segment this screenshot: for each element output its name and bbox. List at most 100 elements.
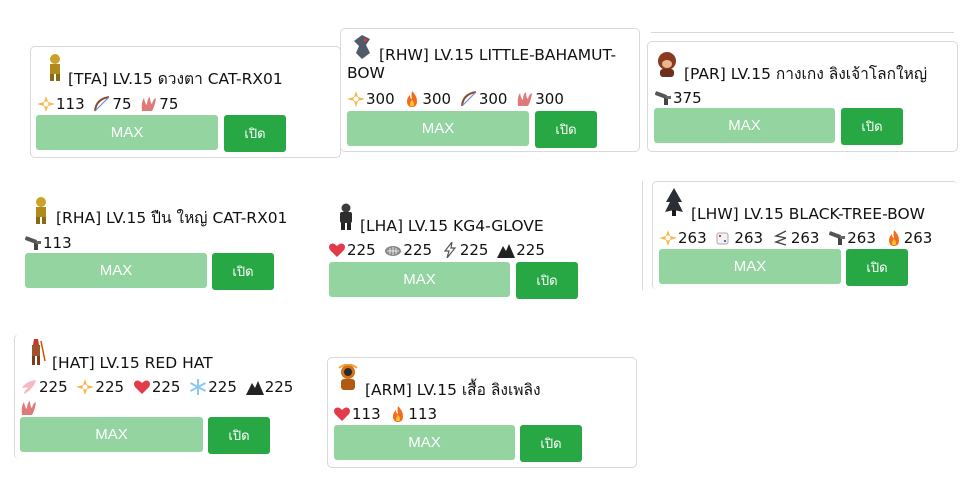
wing-icon <box>20 379 38 395</box>
gun-icon <box>654 90 672 106</box>
stat-snowflake: 225 <box>189 377 237 397</box>
stat-fire: 113 <box>389 405 437 423</box>
open-button[interactable]: เปิด <box>841 108 903 145</box>
stat-dice: 263 <box>715 229 763 247</box>
stat-claw: 300 <box>516 90 564 108</box>
stat-wing: 225 <box>20 377 68 397</box>
item-card-lhw: [LHW] LV.15 BLACK-TREE-BOW 263 263 263 2… <box>652 181 958 290</box>
stat-lightning: 225 <box>441 241 488 259</box>
item-card-tfa: [TFA] LV.15 ดวงตา CAT-RX01 113 75 75 MAX… <box>30 46 341 158</box>
item-stats: 113 113 <box>333 405 441 426</box>
mountain-icon <box>497 242 515 258</box>
open-button[interactable]: เปิด <box>535 111 597 148</box>
item-title: [TFA] LV.15 ดวงตา CAT-RX01 <box>68 70 283 88</box>
stat-fire: 263 <box>885 229 932 247</box>
claw-icon <box>516 91 534 107</box>
stat-heart: 113 <box>333 405 381 423</box>
bow-icon <box>93 96 111 112</box>
fire-icon <box>389 406 407 422</box>
open-button[interactable]: เปิด <box>520 425 582 462</box>
crosshair-icon <box>659 230 677 246</box>
red-hat-character-icon <box>25 337 47 365</box>
tree-character-icon <box>663 188 685 216</box>
gun-icon <box>24 235 42 251</box>
crosshair-icon <box>347 91 365 107</box>
stat-gun: 113 <box>24 234 72 252</box>
item-stats: 113 75 75 <box>37 95 182 116</box>
crosshair-icon <box>76 379 94 395</box>
shell-icon <box>384 242 402 258</box>
cat-character-icon <box>30 196 52 224</box>
stat-crosshair: 113 <box>37 95 85 113</box>
heart-icon <box>333 406 351 422</box>
item-title: [LHA] LV.15 KG4-GLOVE <box>360 217 544 235</box>
item-card-par: [PAR] LV.15 กางเกง ลิงเจ้าโลกใหญ่ 375 MA… <box>647 41 958 152</box>
divider <box>651 32 954 33</box>
gun-icon <box>828 230 846 246</box>
item-stats: 263 263 263 263 263 <box>659 229 936 250</box>
item-card-lha: [LHA] LV.15 KG4-GLOVE 225 225 225 225 MA… <box>324 196 640 306</box>
crosshair-icon <box>37 96 55 112</box>
cat-character-icon <box>44 53 66 81</box>
item-title: [HAT] LV.15 RED HAT <box>52 354 213 372</box>
stat-gun: 375 <box>654 89 702 107</box>
stat-mountain: 225 <box>246 377 293 397</box>
snowflake-icon <box>189 379 207 395</box>
item-title: [LHW] LV.15 BLACK-TREE-BOW <box>691 205 925 223</box>
claw-icon <box>140 96 158 112</box>
dice-icon <box>715 230 733 246</box>
stat-crosshair: 300 <box>347 90 395 108</box>
open-button[interactable]: เปิด <box>846 249 908 286</box>
max-button[interactable]: MAX <box>20 417 203 452</box>
max-button[interactable]: MAX <box>329 262 510 297</box>
stat-crosshair: 225 <box>76 377 124 397</box>
open-button[interactable]: เปิด <box>224 115 286 152</box>
item-stats: 225 225 225 225 <box>328 241 549 262</box>
item-stats: 375 <box>654 89 706 110</box>
stat-crosshair: 263 <box>659 229 707 247</box>
max-button[interactable]: MAX <box>334 425 515 460</box>
max-button[interactable]: MAX <box>36 115 218 150</box>
stat-heart: 225 <box>133 377 180 397</box>
stat-shell: 225 <box>384 241 432 259</box>
ape-character-icon <box>656 50 678 78</box>
heart-icon <box>133 379 151 395</box>
item-card-rha: [RHA] LV.15 ปืน ใหญ่ CAT-RX01 113 MAX เป… <box>19 190 319 296</box>
item-card-hat: [HAT] LV.15 RED HAT 225 225 225 225 225 … <box>14 334 314 459</box>
claw-icon <box>20 400 38 416</box>
lightning-icon <box>441 242 459 258</box>
item-stats: 300 300 300 300 <box>347 90 568 111</box>
item-stats: 113 <box>24 234 76 255</box>
mountain-icon <box>246 379 264 395</box>
stat-arrows: 263 <box>772 229 819 247</box>
open-button[interactable]: เปิด <box>516 262 578 299</box>
item-card-rhw: [RHW] LV.15 LITTLE-BAHAMUT-BOW 300 300 3… <box>340 28 640 152</box>
stat-bow: 75 <box>93 95 132 113</box>
stat-claw <box>20 400 39 416</box>
max-button[interactable]: MAX <box>659 249 841 284</box>
stat-heart: 225 <box>328 241 376 259</box>
max-button[interactable]: MAX <box>347 111 529 146</box>
max-button[interactable]: MAX <box>25 253 207 288</box>
bow-icon <box>460 91 478 107</box>
stat-gun: 263 <box>828 229 876 247</box>
item-title: [RHW] LV.15 LITTLE-BAHAMUT-BOW <box>347 46 617 82</box>
stat-bow: 300 <box>460 90 507 108</box>
soldier-character-icon <box>335 202 357 230</box>
item-title: [RHA] LV.15 ปืน ใหญ่ CAT-RX01 <box>56 209 288 227</box>
armor-character-icon <box>337 364 359 392</box>
fire-icon <box>885 230 903 246</box>
arrows-icon <box>772 230 790 246</box>
stat-mountain: 225 <box>497 241 545 259</box>
open-button[interactable]: เปิด <box>208 417 270 454</box>
heart-icon <box>328 242 346 258</box>
max-button[interactable]: MAX <box>654 108 835 143</box>
fire-icon <box>403 91 421 107</box>
item-title: [ARM] LV.15 เสื้อ ลิงเพลิง <box>365 381 541 399</box>
stat-claw: 75 <box>140 95 178 113</box>
divider <box>642 181 643 290</box>
item-title: [PAR] LV.15 กางเกง ลิงเจ้าโลกใหญ่ <box>684 65 928 83</box>
item-card-arm: [ARM] LV.15 เสื้อ ลิงเพลิง 113 113 MAX เ… <box>327 357 637 468</box>
stat-fire: 300 <box>403 90 451 108</box>
open-button[interactable]: เปิด <box>212 253 274 290</box>
